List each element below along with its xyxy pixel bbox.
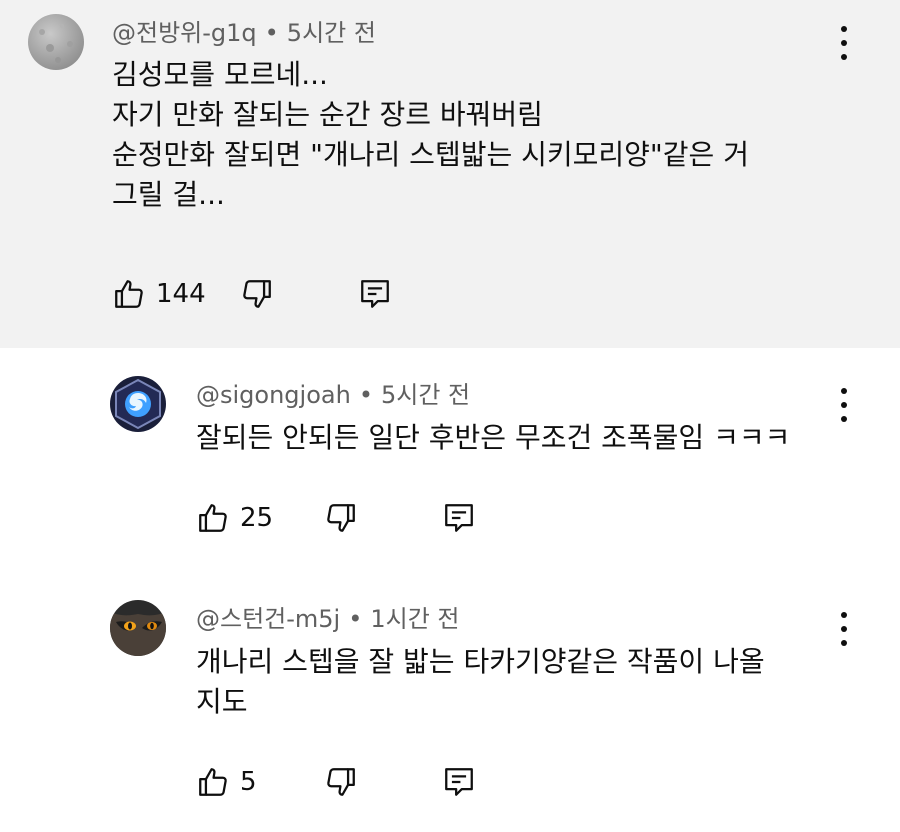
more-dot-icon bbox=[841, 402, 847, 408]
reply-icon bbox=[445, 768, 473, 796]
more-dot-icon bbox=[841, 416, 847, 422]
more-dot-icon bbox=[841, 388, 847, 394]
more-options-button[interactable] bbox=[834, 388, 854, 422]
gray-stone-avatar-icon bbox=[28, 14, 84, 70]
comment-line: 김성모를 모르네... bbox=[112, 58, 328, 91]
comment-actions: 5 bbox=[196, 762, 496, 802]
reply-button[interactable] bbox=[442, 762, 476, 802]
author-name[interactable]: @sigongjoah bbox=[196, 381, 351, 409]
more-dot-icon bbox=[841, 626, 847, 632]
reply-icon bbox=[445, 504, 473, 532]
comment-line: 자기 만화 잘되는 순간 장르 바꿔버림 bbox=[112, 98, 543, 131]
comment-time: 5시간 전 bbox=[286, 19, 376, 47]
thumbs-down-icon bbox=[327, 768, 355, 796]
meta-separator: • bbox=[358, 381, 373, 409]
like-count: 144 bbox=[156, 279, 206, 309]
more-dot-icon bbox=[841, 26, 847, 32]
comment-line: 그릴 걸... bbox=[112, 178, 225, 211]
comment-text: 김성모를 모르네... 자기 만화 잘되는 순간 장르 바꿔버림 순정만화 잘되… bbox=[112, 55, 749, 215]
thumbs-up-icon bbox=[199, 504, 227, 532]
comment-meta: @전방위-g1q • 5시간 전 bbox=[112, 18, 376, 48]
avatar[interactable] bbox=[110, 600, 166, 656]
comment-reply: @sigongjoah • 5시간 전 잘되든 안되든 일단 후반은 무조건 조폭물… bbox=[0, 348, 900, 578]
dislike-button[interactable] bbox=[324, 498, 358, 538]
wolf-eye-avatar-icon bbox=[110, 600, 166, 656]
thumbs-down-icon bbox=[243, 280, 271, 308]
dislike-button[interactable] bbox=[324, 762, 358, 802]
comment-actions: 25 bbox=[196, 498, 496, 538]
like-count: 25 bbox=[240, 503, 274, 533]
comment-time: 1시간 전 bbox=[370, 605, 460, 633]
thumbs-up-icon bbox=[199, 768, 227, 796]
reply-button[interactable] bbox=[358, 274, 392, 314]
avatar[interactable] bbox=[28, 14, 84, 70]
comment-meta: @sigongjoah • 5시간 전 bbox=[196, 380, 470, 410]
reply-icon bbox=[361, 280, 389, 308]
reply-button[interactable] bbox=[442, 498, 476, 538]
comment-time: 5시간 전 bbox=[380, 381, 471, 409]
comment-text: 개나리 스텝을 잘 밟는 타카기양같은 작품이 나올 지도 bbox=[196, 642, 765, 722]
comment-reply: @스턴건-m5j • 1시간 전 개나리 스텝을 잘 밟는 타카기양같은 작품이 나… bbox=[0, 578, 900, 832]
comment-line: 잘되든 안되든 일단 후반은 무조건 조폭물임 ㅋㅋㅋ bbox=[196, 421, 791, 454]
blue-swirl-hexagon-avatar-icon bbox=[110, 376, 166, 432]
more-options-button[interactable] bbox=[834, 612, 854, 646]
comment-line: 지도 bbox=[196, 685, 248, 718]
thumbs-down-icon bbox=[327, 504, 355, 532]
more-dot-icon bbox=[841, 54, 847, 60]
meta-separator: • bbox=[264, 19, 279, 47]
like-button[interactable]: 25 bbox=[196, 498, 273, 538]
author-name[interactable]: @스턴건-m5j bbox=[196, 605, 340, 633]
avatar[interactable] bbox=[110, 376, 166, 432]
like-count: 5 bbox=[240, 767, 257, 797]
thumbs-up-icon bbox=[115, 280, 143, 308]
more-options-button[interactable] bbox=[834, 26, 854, 60]
more-dot-icon bbox=[841, 640, 847, 646]
like-button[interactable]: 144 bbox=[112, 274, 206, 314]
dislike-button[interactable] bbox=[240, 274, 274, 314]
comment-line: 개나리 스텝을 잘 밟는 타카기양같은 작품이 나올 bbox=[196, 645, 765, 678]
like-button[interactable]: 5 bbox=[196, 762, 257, 802]
comment-meta: @스턴건-m5j • 1시간 전 bbox=[196, 604, 460, 634]
comment-thread-highlighted: @전방위-g1q • 5시간 전 김성모를 모르네... 자기 만화 잘되는 순간 … bbox=[0, 0, 900, 348]
more-dot-icon bbox=[841, 612, 847, 618]
comment-actions: 144 bbox=[112, 274, 412, 314]
comment-text: 잘되든 안되든 일단 후반은 무조건 조폭물임 ㅋㅋㅋ bbox=[196, 418, 790, 458]
author-name[interactable]: @전방위-g1q bbox=[112, 19, 257, 47]
meta-separator: • bbox=[348, 605, 363, 633]
comment-line: 순정만화 잘되면 "개나리 스텝밟는 시키모리양"같은 거 bbox=[112, 138, 749, 171]
more-dot-icon bbox=[841, 40, 847, 46]
